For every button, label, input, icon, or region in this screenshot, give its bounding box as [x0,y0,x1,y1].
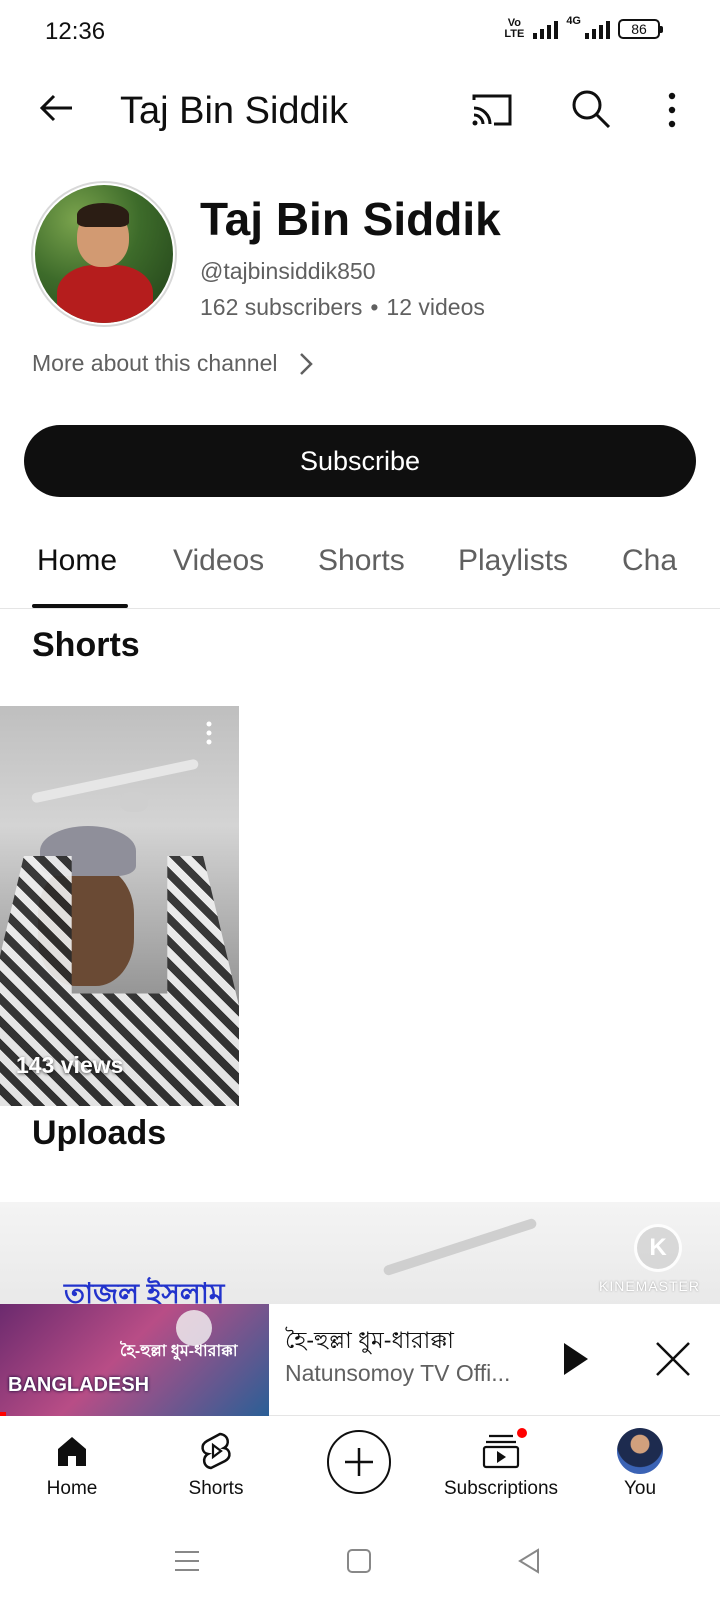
channel-tabs: Home Videos Shorts Playlists Cha [0,520,720,609]
shorts-section-title: Shorts [32,626,140,664]
active-tab-indicator [32,604,128,608]
play-icon [564,1343,588,1375]
notification-dot [515,1426,529,1440]
search-icon [572,90,611,129]
upload-overlay-text: তাজল ইসলাম [64,1278,225,1304]
mini-player-thumbnail[interactable]: হৈ-হুল্লা ধুম-ধারাক্কা BANGLADESH [0,1304,269,1416]
mini-player-channel: Natunsomoy TV Offi... [285,1360,511,1386]
app-bar: Taj Bin Siddik [0,64,720,160]
stats-separator: • [370,294,379,320]
bottom-navigation: Home Shorts Subscriptions You [0,1416,720,1520]
back-triangle-icon[interactable] [514,1546,544,1576]
status-icons: Vo LTE 4G 86 [503,15,663,40]
mini-player[interactable]: হৈ-হুল্লা ধুম-ধারাক্কা BANGLADESH হৈ-হুল… [0,1304,720,1416]
create-button[interactable] [327,1430,391,1494]
more-about-channel-link[interactable]: More about this channel [32,350,314,377]
nav-home-label: Home [46,1478,98,1499]
volte-icon: Vo LTE [504,17,525,40]
nav-you[interactable]: You [612,1426,668,1500]
video-count: 12 videos [386,294,485,320]
nav-subscriptions[interactable]: Subscriptions [436,1426,566,1500]
nav-subscriptions-label: Subscriptions [443,1478,559,1499]
mini-play-button[interactable] [560,1340,592,1378]
channel-handle: @tajbinsiddik850 [200,258,376,284]
channel-avatar-image [35,185,173,323]
mini-thumb-song-text: হৈ-হুল্লা ধুম-ধারাক্কা [120,1343,238,1360]
battery-level: 86 [631,21,647,37]
short-more-icon[interactable] [205,720,213,746]
cast-button[interactable] [470,90,514,130]
tab-videos[interactable]: Videos [173,544,264,578]
mini-thumb-bangladesh-text: BANGLADESH [8,1374,150,1396]
more-about-label: More about this channel [32,350,278,376]
channel-stats: 162 subscribers • 12 videos [200,294,485,321]
page-title: Taj Bin Siddik [120,90,349,132]
subscribe-button[interactable]: Subscribe [24,425,696,497]
tab-shorts[interactable]: Shorts [318,544,405,578]
subscriber-count: 162 subscribers [200,294,363,320]
short-view-count: 143 views [16,1052,124,1078]
short-thumbnail[interactable]: 143 views [0,706,239,1106]
status-time: 12:36 [45,18,106,45]
nav-home[interactable]: Home [40,1426,104,1500]
system-navigation-bar [0,1520,720,1600]
kinemaster-logo-icon: K [634,1224,682,1272]
nav-you-label: You [623,1478,657,1499]
more-options-button[interactable] [660,88,684,132]
more-vertical-icon [668,92,676,128]
close-icon [656,1342,690,1376]
cast-icon [472,94,512,126]
channel-name: Taj Bin Siddik [200,193,501,245]
home-icon [58,1437,86,1466]
you-avatar [617,1428,663,1474]
shorts-icon [201,1432,231,1470]
status-bar: 12:36 Vo LTE 4G 86 [0,0,720,64]
upload-video-thumbnail[interactable]: তাজল ইসলাম K KINEMASTER [0,1202,720,1304]
kinemaster-watermark: KINEMASTER [598,1278,700,1294]
network-type: 4G [566,15,581,27]
uploads-section-title: Uploads [32,1114,167,1152]
search-button[interactable] [570,88,612,130]
mini-close-button[interactable] [654,1340,692,1378]
chevron-right-icon [299,352,313,375]
back-button[interactable] [36,88,76,128]
battery-icon: 86 [618,19,663,39]
tab-playlists[interactable]: Playlists [458,544,568,578]
channel-avatar[interactable] [31,181,177,327]
signal-icon [533,19,559,39]
plus-icon [345,1448,373,1476]
tab-home[interactable]: Home [37,544,117,578]
back-arrow-icon [39,94,72,122]
nav-shorts-label: Shorts [188,1478,244,1499]
menu-icon[interactable] [172,1546,202,1576]
subscriptions-icon [482,1434,520,1469]
mini-player-title: হৈ-হুল্লা ধুম-ধারাক্কা [285,1327,454,1353]
nav-shorts[interactable]: Shorts [180,1426,252,1500]
home-square-icon[interactable] [344,1546,374,1576]
signal-icon-2 [585,19,610,39]
tab-channels[interactable]: Cha [622,544,677,578]
